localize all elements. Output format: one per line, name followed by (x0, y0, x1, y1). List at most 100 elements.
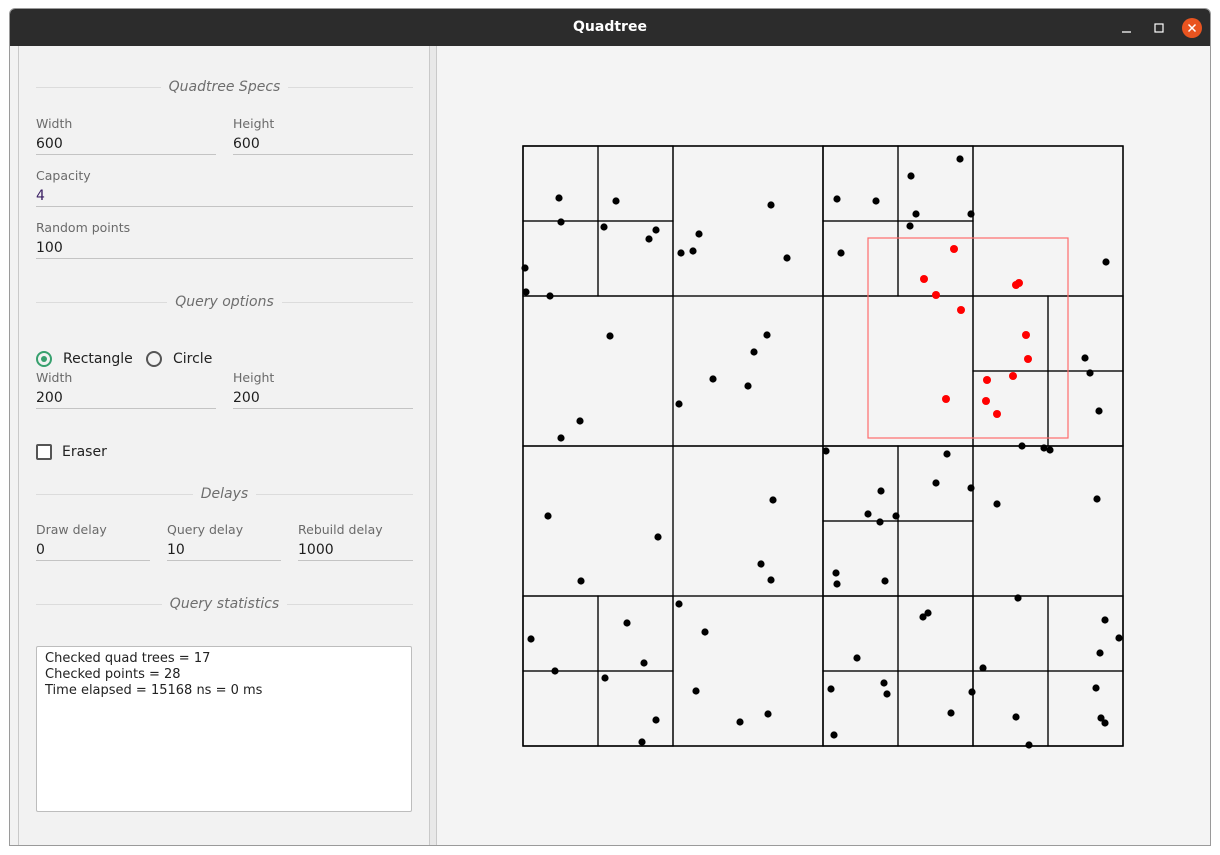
quadtree-point (546, 292, 554, 300)
found-point (1022, 331, 1030, 339)
quadtree-point (764, 710, 772, 718)
quadtree-point (979, 664, 987, 672)
quadtree-point (906, 222, 914, 230)
found-point (920, 275, 928, 283)
query-section-header: Query options (36, 294, 413, 310)
quadtree-point (833, 580, 841, 588)
quadtree-point (677, 249, 685, 257)
quadtree-point (600, 223, 608, 231)
query-width-field[interactable]: Width 200 (36, 370, 216, 409)
capacity-input[interactable]: 4 (36, 186, 413, 207)
query-width-input[interactable]: 200 (36, 388, 216, 409)
delays-heading: Delays (192, 486, 257, 502)
query-height-field[interactable]: Height 200 (233, 370, 413, 409)
tree-width-field[interactable]: Width 600 (36, 116, 216, 155)
quadtree-point (947, 709, 955, 717)
quadtree-point (1018, 442, 1026, 450)
close-icon (1187, 23, 1197, 33)
quadtree-point (555, 194, 563, 202)
quadtree-point (1081, 354, 1089, 362)
draw-delay-input[interactable]: 0 (36, 540, 150, 561)
quadtree-point (757, 560, 765, 568)
eraser-checkbox[interactable] (36, 444, 52, 460)
stats-line: Checked points = 28 (45, 667, 181, 682)
rebuild-delay-input[interactable]: 1000 (298, 540, 413, 561)
quadtree-point (652, 716, 660, 724)
query-height-input[interactable]: 200 (233, 388, 413, 409)
rebuild-delay-field[interactable]: Rebuild delay 1000 (298, 522, 413, 561)
capacity-label: Capacity (36, 168, 91, 183)
stats-textarea[interactable]: Checked quad trees = 17 Checked points =… (36, 646, 412, 812)
app-window: Quadtree Quadtree Specs Width 600 Height… (9, 8, 1211, 846)
quadtree-point (652, 226, 660, 234)
random-points-input[interactable]: 100 (36, 238, 413, 259)
quadtree-point (880, 679, 888, 687)
maximize-icon (1154, 23, 1164, 33)
tree-width-label: Width (36, 116, 73, 131)
quadtree-point (956, 155, 964, 163)
quadtree-point (1115, 634, 1123, 642)
query-height-label: Height (233, 370, 275, 385)
quadtree-point (864, 510, 872, 518)
found-point (1009, 372, 1017, 380)
eraser-label[interactable]: Eraser (62, 444, 107, 460)
quadtree-point (654, 533, 662, 541)
query-delay-input[interactable]: 10 (167, 540, 281, 561)
quadtree-point (577, 577, 585, 585)
quadtree-point (892, 512, 900, 520)
draw-delay-field[interactable]: Draw delay 0 (36, 522, 150, 561)
quadtree-point (522, 288, 530, 296)
random-points-field[interactable]: Random points 100 (36, 220, 413, 259)
rectangle-radio-label[interactable]: Rectangle (63, 351, 133, 367)
query-width-label: Width (36, 370, 73, 385)
quadtree-point (872, 197, 880, 205)
stats-section-header: Query statistics (36, 596, 413, 612)
quadtree-point (640, 659, 648, 667)
delays-section-header: Delays (36, 486, 413, 502)
quadtree-point (645, 235, 653, 243)
quadtree-point (551, 667, 559, 675)
quadtree-point (1086, 369, 1094, 377)
rebuild-delay-label: Rebuild delay (298, 522, 383, 537)
found-point (957, 306, 965, 314)
found-point (983, 376, 991, 384)
tree-height-input[interactable]: 600 (233, 134, 413, 155)
tree-height-field[interactable]: Height 600 (233, 116, 413, 155)
settings-panel: Quadtree Specs Width 600 Height 600 Capa… (10, 46, 430, 845)
quadtree-point (1025, 741, 1033, 749)
circle-radio[interactable] (146, 351, 162, 367)
maximize-button[interactable] (1148, 17, 1170, 39)
quadtree-point (877, 487, 885, 495)
quadtree-point (827, 685, 835, 693)
query-delay-field[interactable]: Query delay 10 (167, 522, 281, 561)
close-button[interactable] (1182, 18, 1202, 38)
quadtree-point (744, 382, 752, 390)
quadtree-point (1101, 616, 1109, 624)
quadtree-point (1102, 258, 1110, 266)
found-point (942, 395, 950, 403)
query-delay-label: Query delay (167, 522, 244, 537)
quadtree-canvas-panel[interactable] (437, 46, 1211, 846)
quadtree-point (695, 230, 703, 238)
quadtree-point (675, 600, 683, 608)
title-bar[interactable]: Quadtree (10, 9, 1210, 46)
found-point (982, 397, 990, 405)
split-divider[interactable] (429, 46, 437, 845)
quadtree-point (623, 619, 631, 627)
minimize-icon (1122, 31, 1131, 33)
random-points-label: Random points (36, 220, 131, 235)
quadtree-point (876, 518, 884, 526)
quadtree-point (576, 417, 584, 425)
quadtree-point (968, 688, 976, 696)
minimize-button[interactable] (1116, 17, 1138, 39)
quadtree-point (1012, 713, 1020, 721)
rectangle-radio[interactable] (36, 351, 52, 367)
quadtree-point (701, 628, 709, 636)
found-point (1024, 355, 1032, 363)
circle-radio-label[interactable]: Circle (173, 351, 212, 367)
quadtree-point (1046, 446, 1054, 454)
quadtree-point (783, 254, 791, 262)
tree-width-input[interactable]: 600 (36, 134, 216, 155)
quadtree-canvas[interactable] (437, 46, 1211, 846)
capacity-field[interactable]: Capacity 4 (36, 168, 413, 207)
